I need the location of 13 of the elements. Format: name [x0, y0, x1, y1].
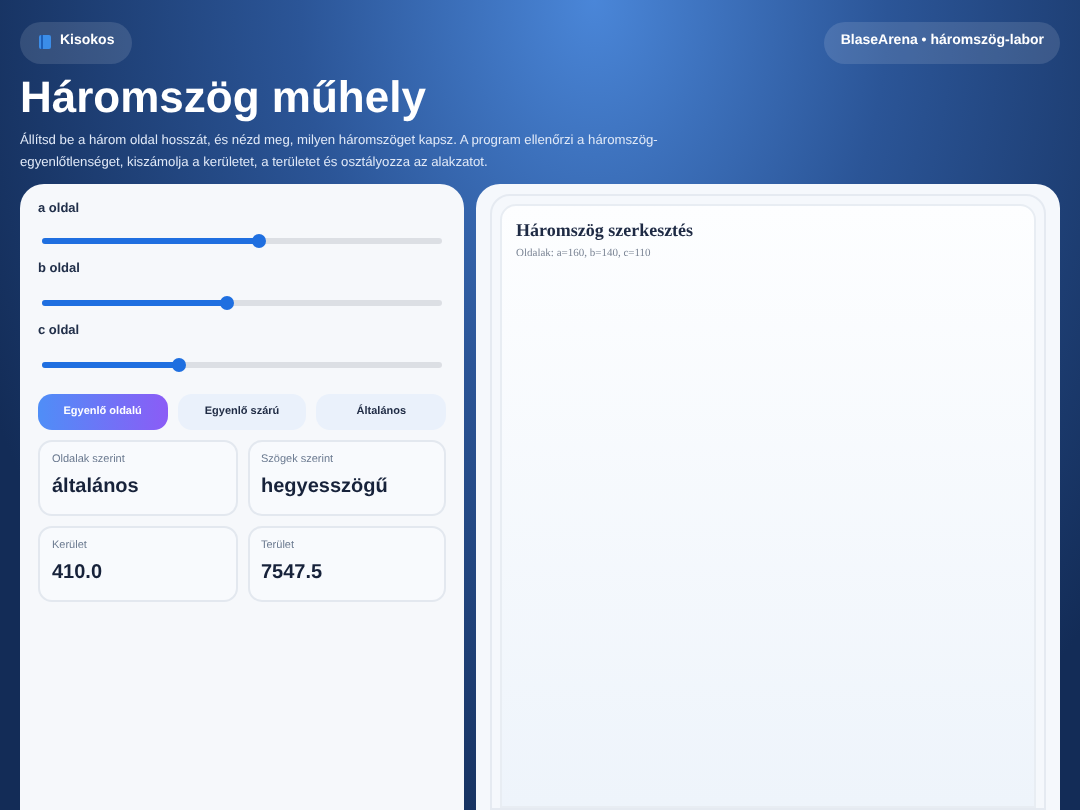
stat-value: általános	[52, 474, 141, 502]
canvas-title: Háromszög szerkesztés	[516, 217, 696, 244]
slider-track[interactable]	[42, 300, 442, 306]
page-title: Háromszög műhely	[20, 75, 428, 119]
slider-thumb[interactable]	[171, 357, 185, 372]
book-icon	[38, 34, 52, 51]
stat-value: 410.0	[52, 560, 105, 589]
stat-value: 7547.5	[261, 560, 325, 589]
slider-track[interactable]	[42, 238, 442, 245]
stat-value: hegyesszögű	[261, 474, 390, 502]
slider-thumb[interactable]	[251, 234, 265, 249]
slider-track[interactable]	[42, 361, 442, 368]
slider-thumb[interactable]	[219, 296, 233, 310]
